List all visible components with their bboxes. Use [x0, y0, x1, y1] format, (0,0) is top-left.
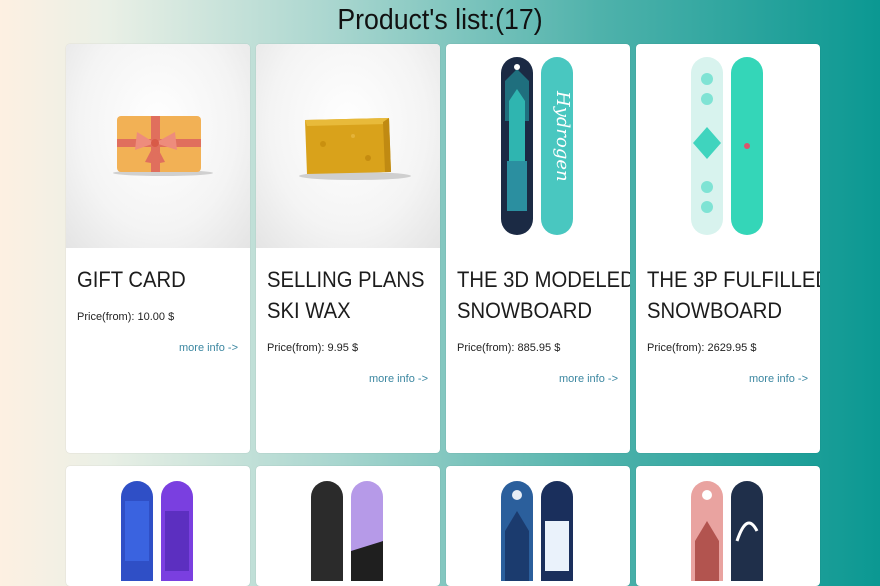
product-image[interactable]	[66, 466, 250, 586]
product-name: GIFT CARD	[77, 267, 186, 292]
product-price: Price(from): 885.95 $	[457, 342, 561, 354]
gift-card-icon	[113, 116, 213, 176]
snowboard-icon: Hydrogen	[501, 57, 573, 235]
product-card[interactable]: GIFT CARD Price(from): 10.00 $ more info…	[66, 44, 250, 453]
product-image[interactable]	[66, 44, 250, 248]
product-card[interactable]	[446, 466, 630, 586]
ski-wax-icon	[299, 118, 411, 180]
product-image[interactable]	[636, 466, 820, 586]
product-card[interactable]: Hydrogen THE 3D MODELED SNOWBOARD Price(…	[446, 44, 630, 453]
product-card[interactable]	[66, 466, 250, 586]
product-name: THE 3P FULFILLED SNOWBOARD	[647, 267, 820, 323]
more-info-link[interactable]: more info ->	[749, 373, 808, 385]
product-card[interactable]: SELLING PLANS SKI WAX Price(from): 9.95 …	[256, 44, 440, 453]
product-image[interactable]	[256, 466, 440, 586]
product-image[interactable]	[256, 44, 440, 248]
product-price: Price(from): 9.95 $	[267, 342, 359, 354]
snowboard-icon	[691, 57, 763, 235]
page-title: Product's list:(17)	[337, 4, 543, 36]
product-card[interactable]	[256, 466, 440, 586]
more-info-link[interactable]: more info ->	[559, 373, 618, 385]
product-name: SELLING PLANS SKI WAX	[267, 267, 425, 323]
svg-text:Hydrogen: Hydrogen	[552, 90, 573, 182]
product-price: Price(from): 2629.95 $	[647, 342, 757, 354]
product-image[interactable]	[446, 466, 630, 586]
more-info-link[interactable]: more info ->	[179, 342, 238, 354]
product-price: Price(from): 10.00 $	[77, 311, 175, 323]
product-card[interactable]: THE 3P FULFILLED SNOWBOARD Price(from): …	[636, 44, 820, 453]
product-card[interactable]	[636, 466, 820, 586]
product-name: THE 3D MODELED SNOWBOARD	[457, 267, 630, 323]
product-image[interactable]	[636, 44, 820, 248]
more-info-link[interactable]: more info ->	[369, 373, 428, 385]
product-image[interactable]: Hydrogen	[446, 44, 630, 248]
